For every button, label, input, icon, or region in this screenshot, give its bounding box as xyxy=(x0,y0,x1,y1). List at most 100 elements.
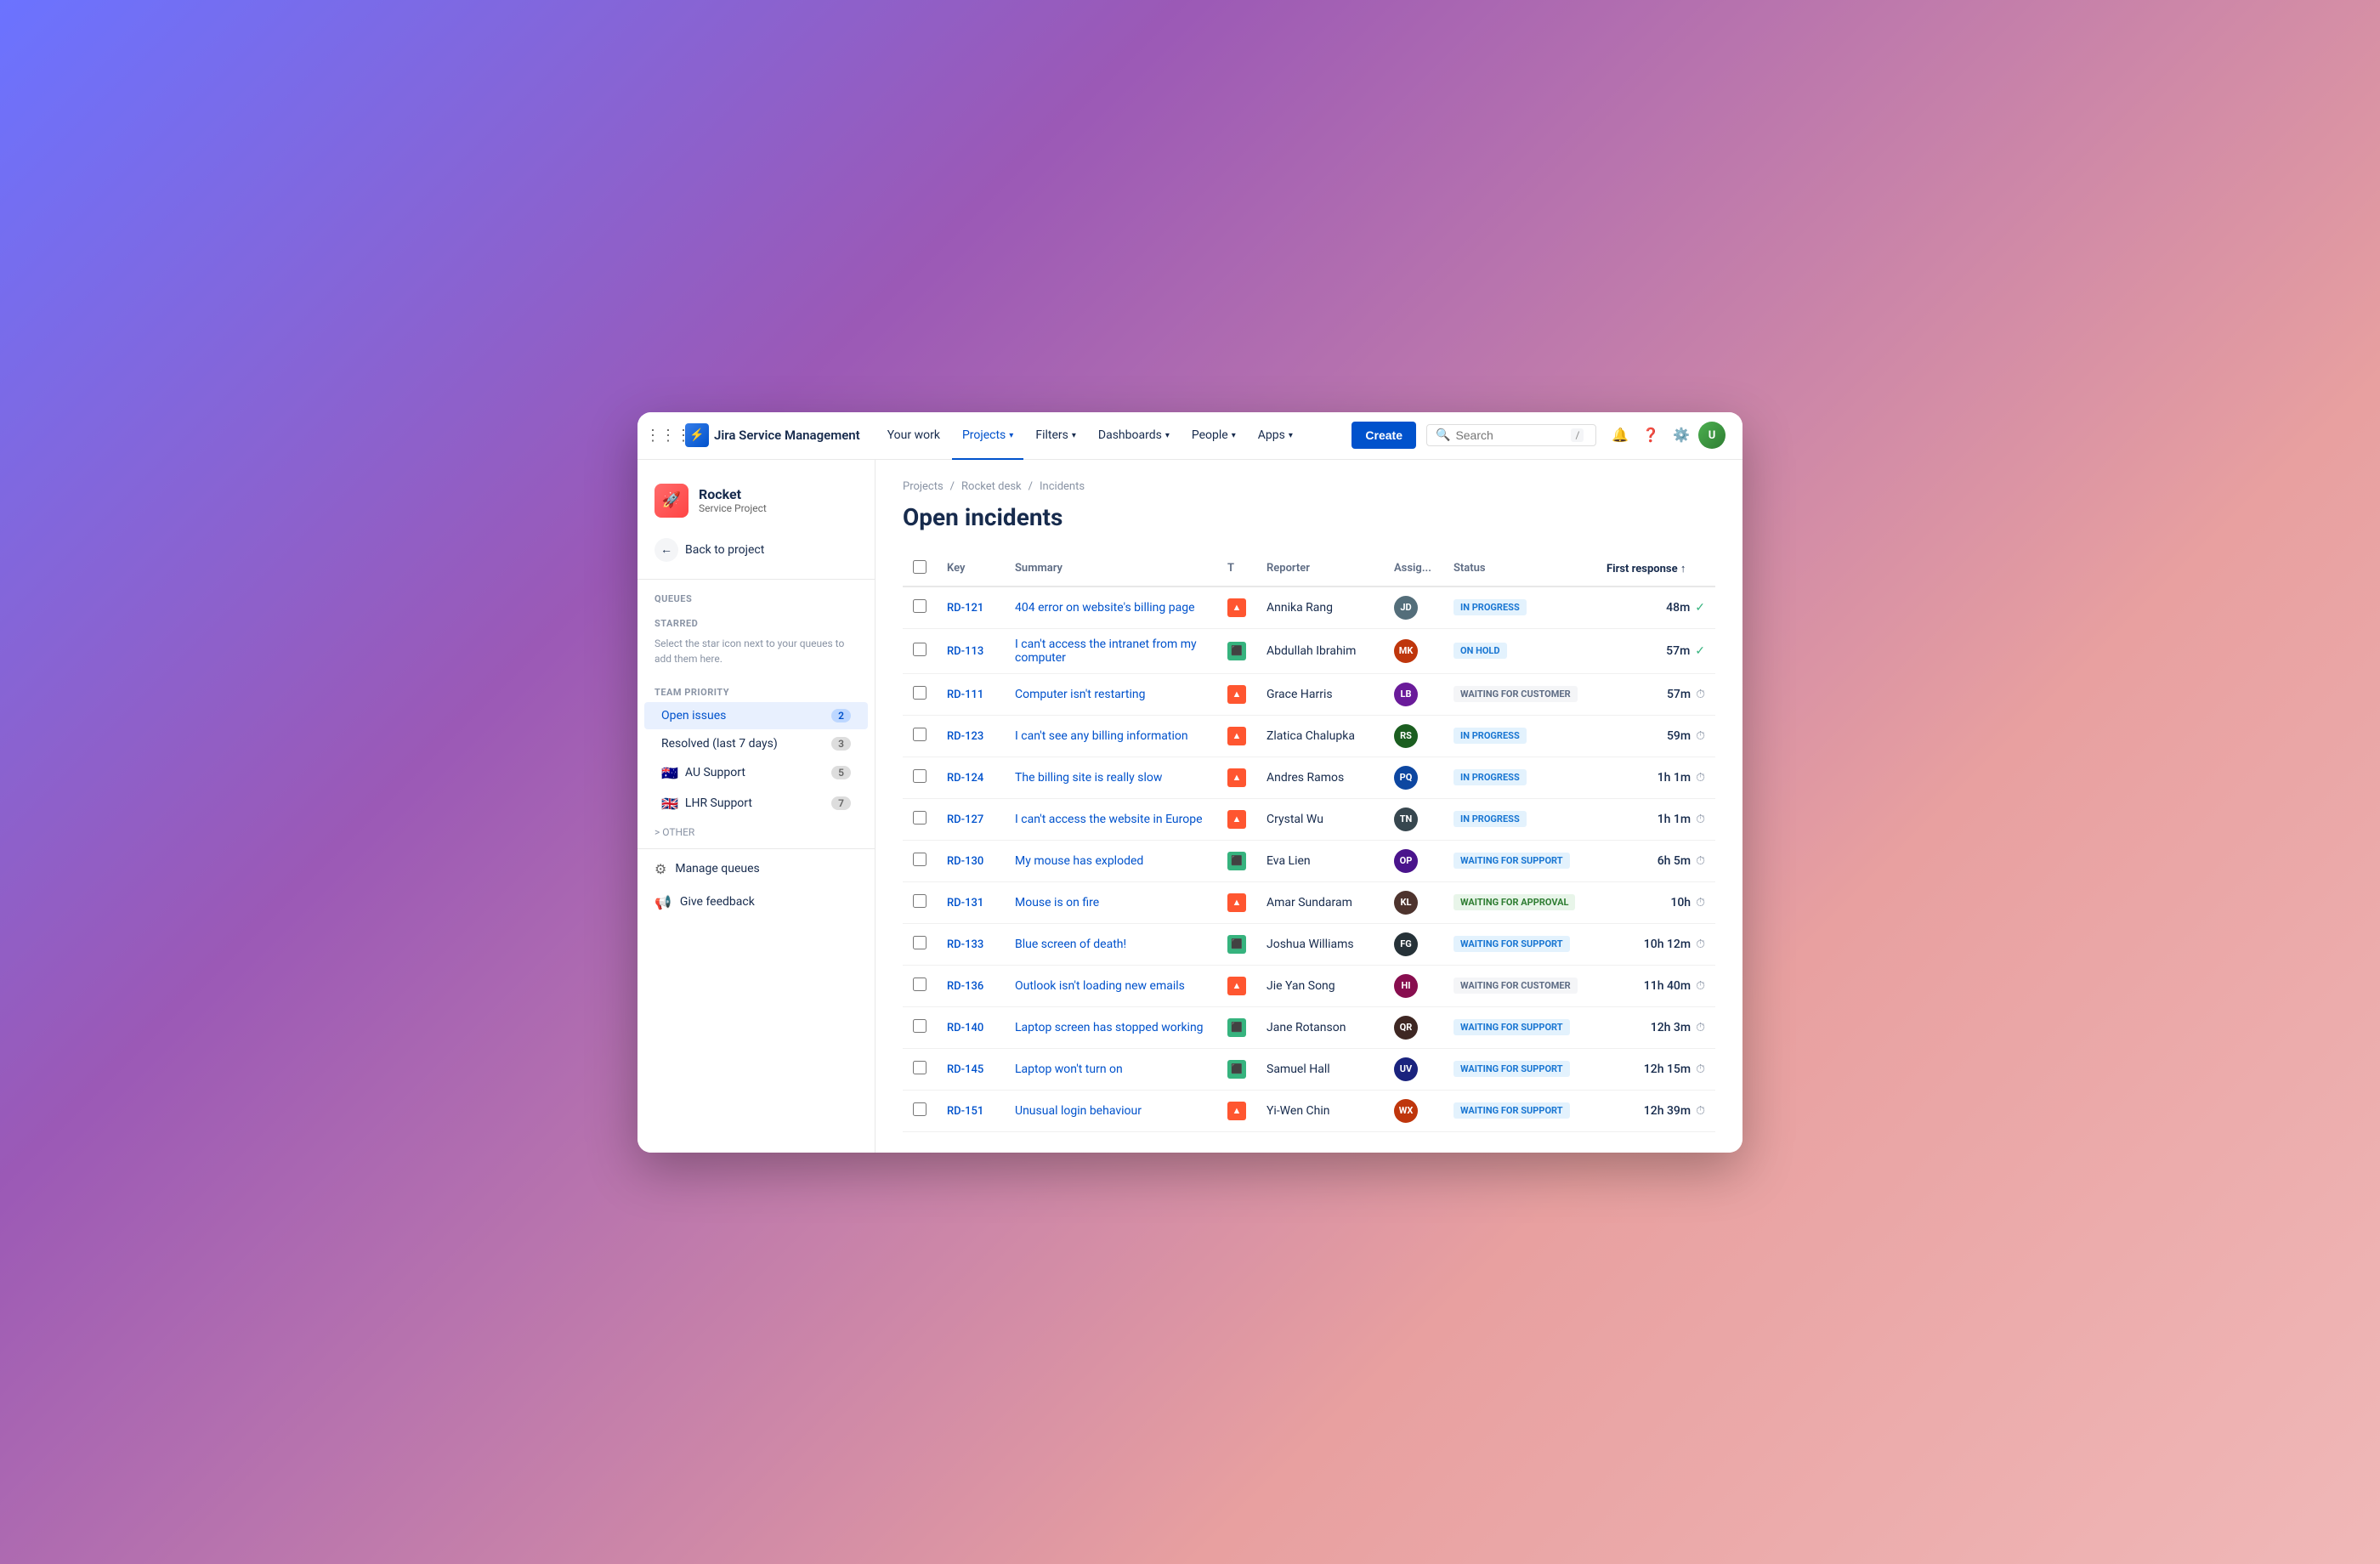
row-summary[interactable]: The billing site is really slow xyxy=(1005,756,1217,798)
row-checkbox[interactable] xyxy=(913,769,926,783)
type-icon: ▲ xyxy=(1227,893,1246,912)
row-reporter: Eva Lien xyxy=(1256,840,1384,881)
row-summary[interactable]: I can't access the intranet from my comp… xyxy=(1005,628,1217,673)
row-assignee: MK xyxy=(1384,628,1443,673)
assignee-avatar: LB xyxy=(1394,683,1418,706)
row-checkbox[interactable] xyxy=(913,643,926,656)
nav-filters[interactable]: Filters ▾ xyxy=(1025,422,1086,449)
assignee-avatar: WX xyxy=(1394,1099,1418,1123)
response-time: 12h 3m xyxy=(1651,1021,1691,1034)
breadcrumb-rocket-desk[interactable]: Rocket desk xyxy=(961,480,1022,493)
back-to-project-button[interactable]: ← Back to project xyxy=(638,531,875,575)
clock-icon: ⏱ xyxy=(1696,813,1705,826)
row-checkbox[interactable] xyxy=(913,1102,926,1116)
row-summary[interactable]: Blue screen of death! xyxy=(1005,923,1217,965)
manage-queues-button[interactable]: ⚙ Manage queues xyxy=(638,853,875,886)
th-reporter[interactable]: Reporter xyxy=(1256,552,1384,586)
row-checkbox[interactable] xyxy=(913,853,926,866)
row-first-response: 48m ✓ xyxy=(1596,586,1715,629)
type-icon: ▲ xyxy=(1227,598,1246,617)
status-badge: IN PROGRESS xyxy=(1454,728,1527,744)
th-status[interactable]: Status xyxy=(1443,552,1596,586)
th-summary[interactable]: Summary xyxy=(1005,552,1217,586)
select-all-checkbox[interactable] xyxy=(913,560,926,574)
sidebar-item-lhr-support[interactable]: 🇬🇧 LHR Support 7 xyxy=(644,789,868,819)
row-status: WAITING FOR SUPPORT xyxy=(1443,1048,1596,1090)
row-summary[interactable]: Computer isn't restarting xyxy=(1005,673,1217,715)
row-checkbox[interactable] xyxy=(913,728,926,741)
row-checkbox[interactable] xyxy=(913,1061,926,1074)
nav-projects[interactable]: Projects ▾ xyxy=(952,422,1023,449)
breadcrumb-incidents: Incidents xyxy=(1040,480,1085,493)
table-row[interactable]: RD-113 I can't access the intranet from … xyxy=(903,628,1715,673)
th-first-response[interactable]: First response ↑ xyxy=(1596,552,1715,586)
th-assignee: Assig... xyxy=(1384,552,1443,586)
nav-apps[interactable]: Apps ▾ xyxy=(1248,422,1303,449)
sidebar-item-open-issues[interactable]: Open issues 2 xyxy=(644,702,868,729)
table-row[interactable]: RD-133 Blue screen of death! ⬛ Joshua Wi… xyxy=(903,923,1715,965)
app-logo[interactable]: ⚡ Jira Service Management xyxy=(685,423,860,447)
table-row[interactable]: RD-130 My mouse has exploded ⬛ Eva Lien … xyxy=(903,840,1715,881)
table-row[interactable]: RD-140 Laptop screen has stopped working… xyxy=(903,1006,1715,1048)
row-checkbox[interactable] xyxy=(913,936,926,949)
assignee-avatar: OP xyxy=(1394,849,1418,873)
nav-dashboards[interactable]: Dashboards ▾ xyxy=(1088,422,1180,449)
user-avatar[interactable]: U xyxy=(1698,422,1726,449)
row-summary[interactable]: Unusual login behaviour xyxy=(1005,1090,1217,1131)
nav-your-work[interactable]: Your work xyxy=(877,422,950,449)
table-row[interactable]: RD-121 404 error on website's billing pa… xyxy=(903,586,1715,629)
sidebar-item-au-support[interactable]: 🇦🇺 AU Support 5 xyxy=(644,758,868,788)
table-row[interactable]: RD-145 Laptop won't turn on ⬛ Samuel Hal… xyxy=(903,1048,1715,1090)
table-row[interactable]: RD-136 Outlook isn't loading new emails … xyxy=(903,965,1715,1006)
table-row[interactable]: RD-127 I can't access the website in Eur… xyxy=(903,798,1715,840)
breadcrumb-projects[interactable]: Projects xyxy=(903,480,944,493)
table-row[interactable]: RD-124 The billing site is really slow ▲… xyxy=(903,756,1715,798)
row-type: ▲ xyxy=(1217,715,1256,756)
give-feedback-button[interactable]: 📢 Give feedback xyxy=(638,886,875,919)
row-summary[interactable]: Outlook isn't loading new emails xyxy=(1005,965,1217,1006)
row-summary[interactable]: Laptop screen has stopped working xyxy=(1005,1006,1217,1048)
settings-button[interactable]: ⚙️ xyxy=(1668,422,1695,449)
row-checkbox[interactable] xyxy=(913,894,926,908)
give-feedback-icon: 📢 xyxy=(654,894,672,910)
row-checkbox-cell xyxy=(903,1006,937,1048)
open-issues-label: Open issues xyxy=(661,709,726,722)
row-checkbox[interactable] xyxy=(913,599,926,613)
row-summary[interactable]: Mouse is on fire xyxy=(1005,881,1217,923)
row-first-response: 57m ✓ xyxy=(1596,628,1715,673)
search-bar[interactable]: 🔍 / xyxy=(1426,424,1596,446)
au-support-label: AU Support xyxy=(685,766,745,779)
table-row[interactable]: RD-123 I can't see any billing informati… xyxy=(903,715,1715,756)
help-button[interactable]: ❓ xyxy=(1637,422,1664,449)
row-checkbox[interactable] xyxy=(913,978,926,991)
sidebar-other-section[interactable]: > OTHER xyxy=(638,819,875,845)
row-status: WAITING FOR CUSTOMER xyxy=(1443,673,1596,715)
row-summary[interactable]: Laptop won't turn on xyxy=(1005,1048,1217,1090)
nav-people[interactable]: People ▾ xyxy=(1182,422,1246,449)
row-checkbox[interactable] xyxy=(913,686,926,700)
th-select-all xyxy=(903,552,937,586)
table-row[interactable]: RD-151 Unusual login behaviour ▲ Yi-Wen … xyxy=(903,1090,1715,1131)
row-summary[interactable]: 404 error on website's billing page xyxy=(1005,586,1217,629)
th-key[interactable]: Key xyxy=(937,552,1005,586)
row-first-response: 11h 40m ⏱ xyxy=(1596,965,1715,1006)
response-time: 1h 1m xyxy=(1658,771,1691,785)
page-title: Open incidents xyxy=(903,503,1715,531)
row-checkbox[interactable] xyxy=(913,811,926,824)
grid-menu-icon[interactable]: ⋮⋮⋮ xyxy=(654,422,682,449)
row-status: WAITING FOR APPROVAL xyxy=(1443,881,1596,923)
row-summary[interactable]: My mouse has exploded xyxy=(1005,840,1217,881)
table-row[interactable]: RD-111 Computer isn't restarting ▲ Grace… xyxy=(903,673,1715,715)
table-row[interactable]: RD-131 Mouse is on fire ▲ Amar Sundaram … xyxy=(903,881,1715,923)
sidebar-item-resolved[interactable]: Resolved (last 7 days) 3 xyxy=(644,730,868,757)
notifications-button[interactable]: 🔔 xyxy=(1606,422,1634,449)
row-status: IN PROGRESS xyxy=(1443,715,1596,756)
row-summary[interactable]: I can't see any billing information xyxy=(1005,715,1217,756)
row-first-response: 6h 5m ⏱ xyxy=(1596,840,1715,881)
search-input[interactable] xyxy=(1455,428,1566,442)
row-summary[interactable]: I can't access the website in Europe xyxy=(1005,798,1217,840)
row-checkbox[interactable] xyxy=(913,1019,926,1033)
projects-chevron-icon: ▾ xyxy=(1009,431,1013,440)
create-button[interactable]: Create xyxy=(1352,422,1416,449)
type-icon: ⬛ xyxy=(1227,852,1246,870)
